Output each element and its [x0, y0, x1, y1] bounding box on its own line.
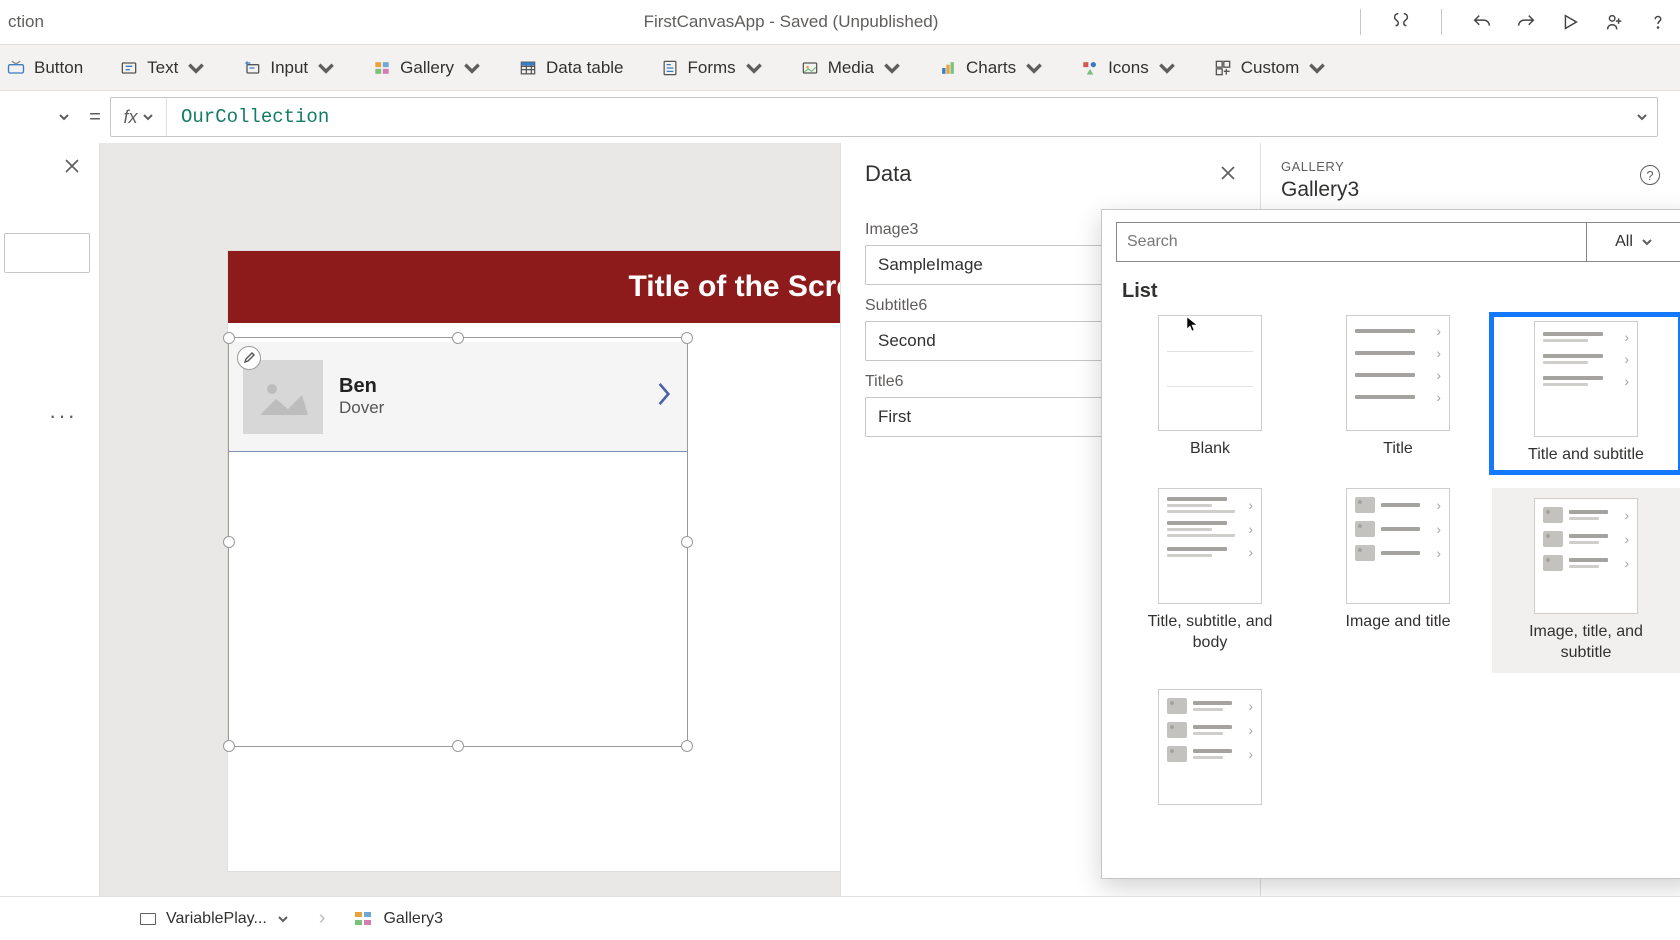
gallery-icon: [355, 912, 373, 926]
resize-handle[interactable]: [223, 740, 235, 752]
redo-icon[interactable]: [1504, 0, 1548, 44]
help-icon[interactable]: [1636, 0, 1680, 44]
ribbon-data-table-label: Data table: [546, 58, 624, 78]
ribbon-media-label: Media: [828, 58, 874, 78]
breadcrumb-screen[interactable]: VariablePlay...: [140, 910, 289, 928]
screen-icon: [140, 913, 156, 925]
gallery-item[interactable]: Ben Dover: [229, 342, 687, 452]
resize-handle[interactable]: [681, 536, 693, 548]
search-input[interactable]: [4, 233, 90, 273]
breadcrumb-separator: ›: [319, 907, 326, 930]
chevron-down-icon: [1157, 58, 1177, 78]
chevron-down-icon: [186, 58, 206, 78]
ribbon-forms[interactable]: Forms: [654, 50, 770, 86]
share-icon[interactable]: [1592, 0, 1636, 44]
app-title: FirstCanvasApp - Saved (Unpublished): [240, 12, 1342, 32]
chevron-down-icon: [58, 111, 70, 123]
ribbon-gallery[interactable]: Gallery: [366, 50, 488, 86]
ribbon-custom-label: Custom: [1241, 58, 1300, 78]
canvas-area: Title of the Screen Ben Dover: [100, 143, 840, 896]
layout-option-title-subtitle[interactable]: › › › Title and subtitle: [1492, 315, 1680, 472]
chevron-down-icon: [1024, 58, 1044, 78]
status-bar: VariablePlay... › Gallery3: [0, 896, 1680, 940]
ribbon-text-label: Text: [147, 58, 178, 78]
chevron-down-icon: [462, 58, 482, 78]
resize-handle[interactable]: [223, 332, 235, 344]
layout-section-title: List: [1122, 280, 1676, 303]
resize-handle[interactable]: [223, 536, 235, 548]
breadcrumb-control[interactable]: Gallery3: [355, 910, 443, 928]
ribbon-charts[interactable]: Charts: [932, 50, 1050, 86]
resize-handle[interactable]: [452, 740, 464, 752]
formula-input[interactable]: OurCollection: [167, 106, 1627, 128]
ribbon-charts-label: Charts: [966, 58, 1016, 78]
ribbon-button[interactable]: Button: [0, 50, 89, 86]
fx-prefix[interactable]: fx: [111, 98, 167, 136]
layout-option-image-title-subtitle[interactable]: › › › Image, title, and subtitle: [1492, 488, 1680, 674]
tree-view-pane: ···: [0, 143, 100, 896]
ribbon-custom[interactable]: Custom: [1207, 50, 1334, 86]
formula-input-wrapper: fx OurCollection: [110, 97, 1658, 137]
resize-handle[interactable]: [681, 740, 693, 752]
more-icon[interactable]: ···: [49, 403, 77, 429]
resize-handle[interactable]: [681, 332, 693, 344]
close-icon[interactable]: [63, 157, 81, 180]
formula-bar: = fx OurCollection: [0, 91, 1680, 143]
chevron-down-icon: [142, 111, 154, 123]
ribbon-button-label: Button: [34, 58, 83, 78]
close-icon[interactable]: [1220, 161, 1236, 187]
chevron-down-icon: [316, 58, 336, 78]
gallery-selection[interactable]: Ben Dover: [228, 337, 688, 747]
layout-option-extra[interactable]: › › ›: [1116, 689, 1304, 805]
ribbon-input[interactable]: Input: [236, 50, 342, 86]
chevron-down-icon: [1307, 58, 1327, 78]
layout-picker-popup: Search All List Blank: [1101, 209, 1680, 879]
ribbon-input-label: Input: [270, 58, 308, 78]
play-icon[interactable]: [1548, 0, 1592, 44]
gallery-item-subtitle: Dover: [339, 398, 655, 418]
layout-filter-dropdown[interactable]: All: [1586, 222, 1680, 262]
resize-handle[interactable]: [452, 332, 464, 344]
edit-icon[interactable]: [237, 346, 261, 370]
ribbon-forms-label: Forms: [688, 58, 736, 78]
ribbon-data-table[interactable]: Data table: [512, 50, 630, 86]
data-panel-title: Data: [865, 161, 911, 187]
layout-option-blank[interactable]: Blank: [1116, 315, 1304, 472]
layout-option-title[interactable]: › › › › Title: [1304, 315, 1492, 472]
app-checker-icon[interactable]: [1379, 0, 1423, 44]
gallery-item-title: Ben: [339, 375, 655, 398]
insert-ribbon: Button Text Input Gallery Data table For…: [0, 45, 1680, 91]
chevron-down-icon: [882, 58, 902, 78]
ribbon-text[interactable]: Text: [113, 50, 212, 86]
screen-title: Title of the Screen: [228, 251, 840, 323]
chevron-down-icon: [744, 58, 764, 78]
equals-label: =: [80, 106, 110, 129]
ribbon-icons-label: Icons: [1108, 58, 1149, 78]
control-category: GALLERY: [1281, 159, 1660, 174]
layout-option-image-title[interactable]: › › › Image and title: [1304, 488, 1492, 674]
title-bar-left-trunc: ction: [0, 12, 240, 32]
control-name: Gallery3: [1281, 178, 1660, 202]
separator: [1441, 9, 1442, 35]
chevron-down-icon: [1641, 236, 1653, 248]
property-selector[interactable]: [0, 97, 80, 137]
properties-panel: GALLERY Gallery3 ? Properties Advanced D…: [1260, 143, 1680, 896]
formula-expand-icon[interactable]: [1627, 111, 1657, 123]
layout-option-title-subtitle-body[interactable]: › › › Title, subtitle, and body: [1116, 488, 1304, 674]
help-icon[interactable]: ?: [1640, 165, 1660, 185]
image-placeholder-icon: [243, 360, 323, 434]
undo-icon[interactable]: [1460, 0, 1504, 44]
ribbon-gallery-label: Gallery: [400, 58, 454, 78]
ribbon-media[interactable]: Media: [794, 50, 908, 86]
separator: [1360, 9, 1361, 35]
chevron-right-icon[interactable]: [655, 381, 673, 412]
layout-search-input[interactable]: Search: [1116, 222, 1586, 262]
chevron-down-icon: [277, 913, 289, 925]
ribbon-icons[interactable]: Icons: [1074, 50, 1183, 86]
title-bar: ction FirstCanvasApp - Saved (Unpublishe…: [0, 0, 1680, 45]
